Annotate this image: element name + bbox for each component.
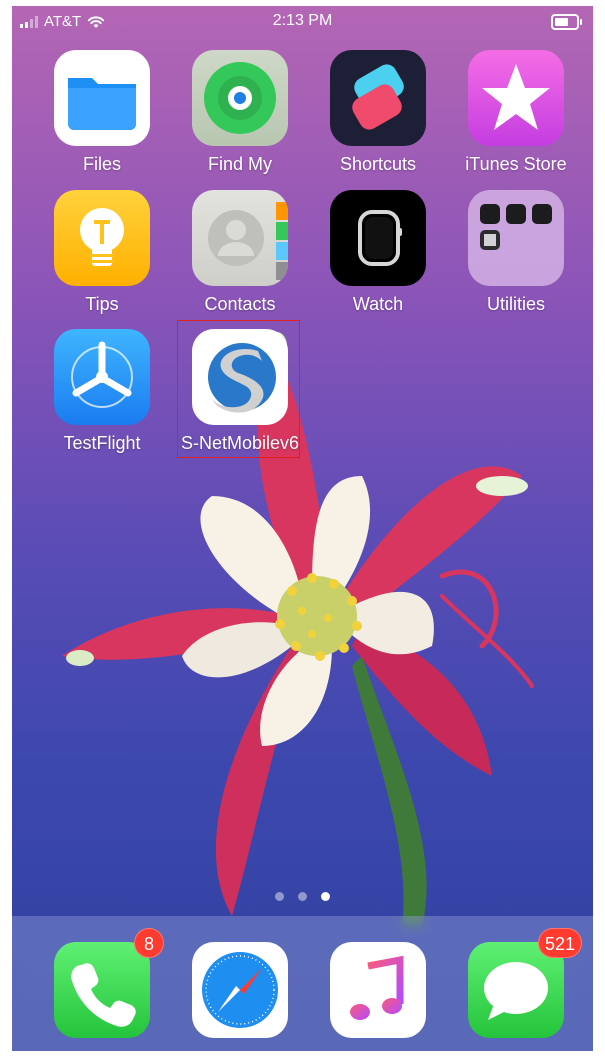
app-label: Tips xyxy=(85,294,119,314)
app-contacts[interactable]: Contacts xyxy=(180,190,300,315)
dock-safari[interactable] xyxy=(180,942,300,1038)
page-indicator[interactable] xyxy=(12,892,593,901)
phone-icon xyxy=(54,942,150,1038)
app-label: Watch xyxy=(352,294,404,314)
folder-icon xyxy=(468,190,564,286)
status-bar: AT&T 2:13 PM xyxy=(12,6,593,38)
contacts-icon xyxy=(192,190,288,286)
app-itunes-store[interactable]: iTunes Store xyxy=(456,50,576,175)
propeller-icon xyxy=(54,329,150,425)
dock: 8 521 xyxy=(12,916,593,1051)
battery-icon xyxy=(551,14,582,30)
files-icon xyxy=(54,50,150,146)
dock-music[interactable] xyxy=(318,942,438,1038)
page-dot[interactable] xyxy=(275,892,284,901)
find-my-icon xyxy=(192,50,288,146)
messages-badge: 521 xyxy=(537,928,582,958)
dock-messages[interactable]: 521 xyxy=(456,928,582,1038)
app-label: Find My xyxy=(207,154,272,174)
app-tips[interactable]: Tips xyxy=(42,190,162,315)
app-shortcuts[interactable]: Shortcuts xyxy=(318,50,438,175)
phone-badge: 8 xyxy=(134,928,164,958)
dock-phone[interactable]: 8 xyxy=(42,928,164,1038)
app-label: Contacts xyxy=(204,294,276,314)
compass-icon xyxy=(192,942,288,1038)
app-label: iTunes Store xyxy=(465,154,567,174)
watch-icon xyxy=(330,190,426,286)
page-dot-active[interactable] xyxy=(321,892,330,901)
lightbulb-icon xyxy=(54,190,150,286)
star-icon xyxy=(468,50,564,146)
app-files[interactable]: Files xyxy=(42,50,162,175)
app-label: Files xyxy=(82,154,121,174)
page-dot[interactable] xyxy=(298,892,307,901)
folder-utilities[interactable]: Utilities xyxy=(456,190,576,315)
shortcuts-icon xyxy=(330,50,426,146)
clock: 2:13 PM xyxy=(272,12,333,29)
app-label: TestFlight xyxy=(63,433,141,453)
app-testflight[interactable]: TestFlight xyxy=(42,329,162,454)
app-find-my[interactable]: Find My xyxy=(180,50,300,175)
app-label: Shortcuts xyxy=(339,154,417,174)
highlight-box xyxy=(177,320,300,458)
music-note-icon xyxy=(330,942,426,1038)
app-watch[interactable]: Watch xyxy=(318,190,438,315)
home-screen: AT&T 2:13 PM Files Find My Shortcuts iTu… xyxy=(12,6,593,1051)
app-label: Utilities xyxy=(486,294,545,314)
